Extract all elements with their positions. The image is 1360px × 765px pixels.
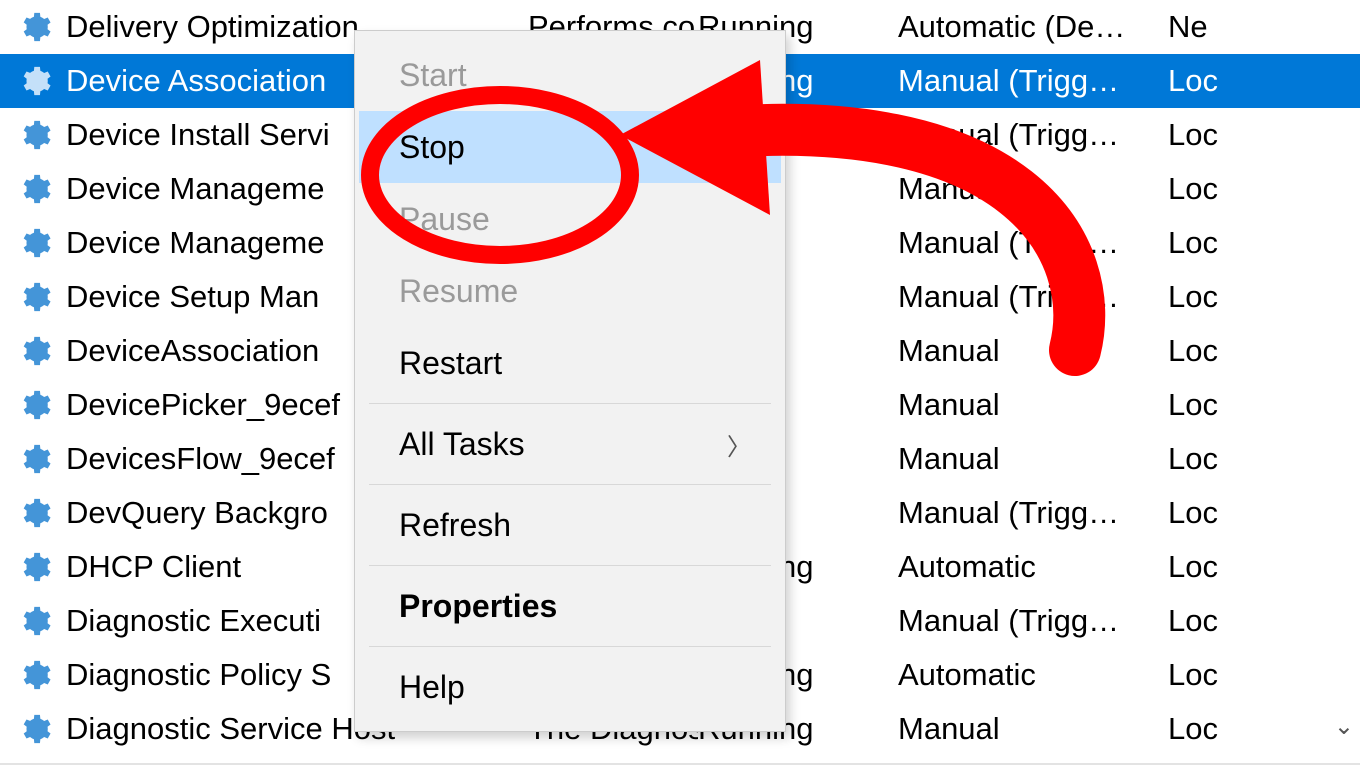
service-name: Device Association	[66, 63, 326, 99]
ctx-refresh[interactable]: Refresh	[359, 489, 781, 561]
service-name: Diagnostic Executi	[66, 603, 321, 639]
chevron-right-icon: 〉	[727, 427, 751, 462]
gear-icon	[18, 604, 52, 638]
service-startup-type: Manual (Trigg…	[898, 603, 1168, 639]
ctx-resume: Resume	[359, 255, 781, 327]
ctx-properties[interactable]: Properties	[359, 570, 781, 642]
service-logon-as: Loc	[1168, 279, 1308, 315]
service-startup-type: Manual (Trigg…	[898, 63, 1168, 99]
service-logon-as: Loc	[1168, 657, 1308, 693]
service-name: DevicesFlow_9ecef	[66, 441, 335, 477]
service-name: Device Manageme	[66, 171, 324, 207]
ctx-all-tasks[interactable]: All Tasks 〉	[359, 408, 781, 480]
ctx-separator	[369, 565, 771, 566]
service-startup-type: Automatic (De…	[898, 9, 1168, 45]
gear-icon	[18, 226, 52, 260]
service-name: Delivery Optimization	[66, 9, 359, 45]
service-startup-type: Manual (Trigg…	[898, 117, 1168, 153]
service-startup-type: Manual (Trigg…	[898, 495, 1168, 531]
service-name: DeviceAssociation	[66, 333, 319, 369]
service-logon-as: Loc	[1168, 495, 1308, 531]
service-logon-as: Loc	[1168, 225, 1308, 261]
ctx-stop[interactable]: Stop	[359, 111, 781, 183]
gear-icon	[18, 64, 52, 98]
service-logon-as: Ne	[1168, 9, 1308, 45]
ctx-help[interactable]: Help	[359, 651, 781, 723]
gear-icon	[18, 658, 52, 692]
service-name: Device Setup Man	[66, 279, 319, 315]
service-name: DHCP Client	[66, 549, 241, 585]
gear-icon	[18, 442, 52, 476]
ctx-pause: Pause	[359, 183, 781, 255]
ctx-separator	[369, 646, 771, 647]
context-menu: Start Stop Pause Resume Restart All Task…	[354, 30, 786, 732]
service-name: Diagnostic Service Host	[66, 711, 395, 747]
gear-icon	[18, 10, 52, 44]
service-startup-type: Automatic	[898, 549, 1168, 585]
service-name: Device Install Servi	[66, 117, 330, 153]
service-startup-type: Manual	[898, 387, 1168, 423]
service-startup-type: Manual	[898, 711, 1168, 747]
ctx-restart[interactable]: Restart	[359, 327, 781, 399]
service-name: Diagnostic Policy S	[66, 657, 331, 693]
service-name: DevQuery Backgro	[66, 495, 328, 531]
gear-icon	[18, 172, 52, 206]
service-name: Device Manageme	[66, 225, 324, 261]
gear-icon	[18, 550, 52, 584]
service-startup-type: Manual	[898, 171, 1168, 207]
gear-icon	[18, 118, 52, 152]
service-logon-as: Loc	[1168, 63, 1308, 99]
service-logon-as: Loc	[1168, 387, 1308, 423]
service-startup-type: Manual (Trigg…	[898, 279, 1168, 315]
service-startup-type: Manual	[898, 441, 1168, 477]
gear-icon	[18, 280, 52, 314]
service-logon-as: Loc	[1168, 171, 1308, 207]
ctx-separator	[369, 484, 771, 485]
service-startup-type: Automatic	[898, 657, 1168, 693]
service-startup-type: Manual (Trigg…	[898, 225, 1168, 261]
scroll-down-icon[interactable]: ⌄	[1334, 712, 1354, 741]
service-logon-as: Loc	[1168, 333, 1308, 369]
service-logon-as: Loc	[1168, 711, 1308, 747]
ctx-separator	[369, 403, 771, 404]
gear-icon	[18, 712, 52, 746]
gear-icon	[18, 496, 52, 530]
ctx-start: Start	[359, 39, 781, 111]
service-logon-as: Loc	[1168, 549, 1308, 585]
service-logon-as: Loc	[1168, 117, 1308, 153]
service-name: DevicePicker_9ecef	[66, 387, 340, 423]
gear-icon	[18, 334, 52, 368]
service-startup-type: Manual	[898, 333, 1168, 369]
service-logon-as: Loc	[1168, 603, 1308, 639]
gear-icon	[18, 388, 52, 422]
service-logon-as: Loc	[1168, 441, 1308, 477]
